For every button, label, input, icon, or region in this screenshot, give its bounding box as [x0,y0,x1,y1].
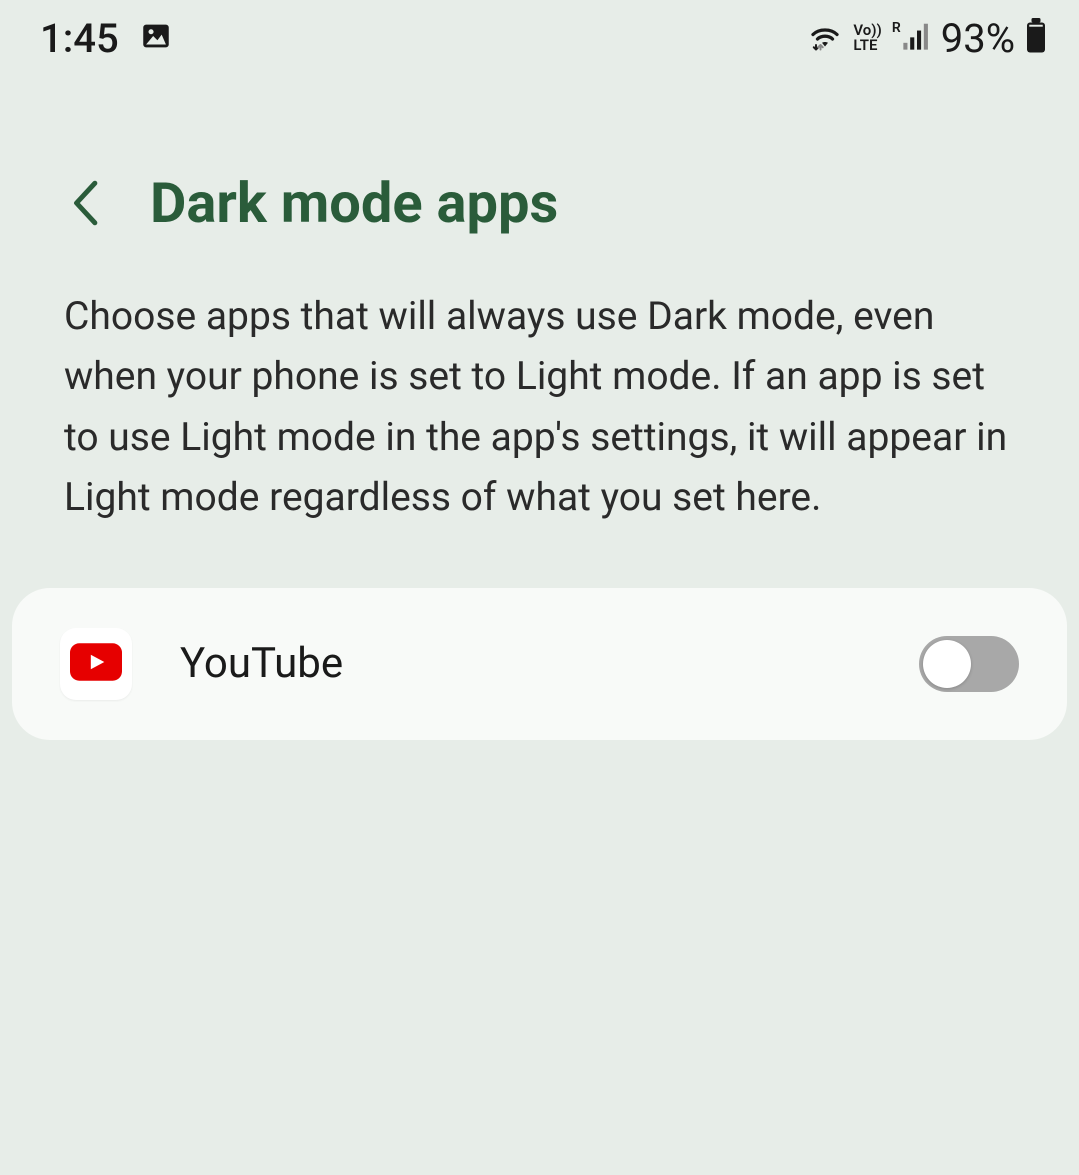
signal-group: R [892,21,931,55]
page-description: Choose apps that will always use Dark mo… [0,266,1079,578]
back-button[interactable] [60,178,110,228]
chevron-left-icon [70,179,100,227]
battery-percent: 93% [941,15,1015,62]
roaming-indicator: R [892,21,901,36]
status-right: Vo)) LTE R 93% [807,15,1047,62]
wifi-icon [807,21,843,55]
status-time: 1:45 [40,15,119,62]
toggle-switch[interactable] [919,636,1019,692]
app-name-label: YouTube [180,639,871,688]
signal-icon [903,21,931,55]
app-icon-wrap [60,628,132,700]
volte-indicator: Vo)) LTE [853,23,881,53]
battery-icon [1025,18,1047,58]
page-header: Dark mode apps [0,70,1079,266]
app-row-youtube[interactable]: YouTube [12,588,1067,740]
status-bar: 1:45 Vo)) LTE R [0,0,1079,70]
page-title: Dark mode apps [150,170,558,236]
picture-icon [139,19,173,57]
status-left: 1:45 [40,15,173,62]
youtube-icon [70,643,122,685]
toggle-knob [923,640,971,688]
